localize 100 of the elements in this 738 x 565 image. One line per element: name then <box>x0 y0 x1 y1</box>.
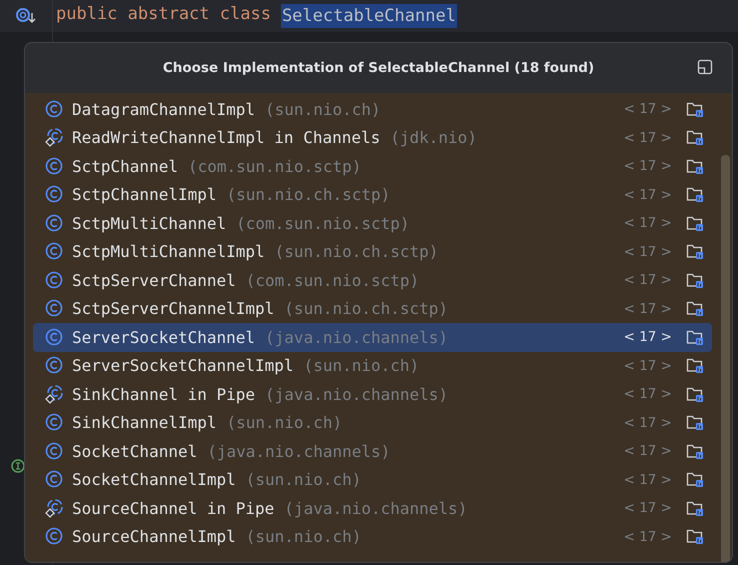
package-name: (sun.nio.ch.sctp) <box>274 242 438 262</box>
class-name: SctpChannelImpl <box>72 185 216 204</box>
version-label: < 17 > <box>624 186 672 203</box>
implementation-item[interactable]: SctpMultiChannel (com.sun.nio.sctp) < 17 > <box>33 209 712 238</box>
package-name: (java.nio.channels) <box>265 328 448 347</box>
dock-icon[interactable] <box>697 59 713 75</box>
code-keyword: public abstract class <box>56 4 271 26</box>
library-folder-icon <box>686 186 704 204</box>
version-label: < 17 > <box>624 443 672 460</box>
version-label: < 17 > <box>624 300 672 317</box>
class-name: SinkChannel in Pipe <box>72 384 256 404</box>
package-name: (com.sun.nio.sctp) <box>246 270 420 290</box>
implementation-item[interactable]: SourceChannel in Pipe (java.nio.channels) < 17 > <box>33 494 712 522</box>
version-label: < 17 > <box>624 358 672 374</box>
class-icon <box>45 100 64 119</box>
package-name: (com.sun.nio.sctp) <box>236 214 410 233</box>
implementation-item[interactable]: SctpChannelImpl (sun.nio.ch.sctp) < 17 > <box>33 180 712 209</box>
library-folder-icon <box>686 471 704 488</box>
implementation-item[interactable]: SocketChannel (java.nio.channels) < 17 > <box>33 437 712 466</box>
class-name: SinkChannelImpl <box>72 413 216 432</box>
version-label: < 17 > <box>624 215 672 232</box>
package-name: (sun.nio.ch.sctp) <box>226 185 390 204</box>
implementation-item[interactable]: ServerSocketChannelImpl (sun.nio.ch) < 17 > <box>33 352 712 380</box>
version-label: < 17 > <box>624 414 672 431</box>
library-folder-icon <box>686 500 704 517</box>
package-name: (sun.nio.ch.sctp) <box>284 299 448 318</box>
implementation-item[interactable]: DatagramChannelImpl (sun.nio.ch) < 17 > <box>33 95 712 124</box>
popup-title: Choose Implementation of SelectableChannel (18 found) <box>162 60 594 76</box>
class-name: SctpMultiChannel <box>72 214 226 233</box>
class-name: SourceChannel in Pipe <box>72 498 274 518</box>
library-folder-icon <box>686 300 704 318</box>
library-folder-icon <box>686 357 704 374</box>
class-name: SocketChannel <box>72 442 198 461</box>
class-icon <box>45 442 64 461</box>
version-label: < 17 > <box>624 130 672 146</box>
class-icon <box>45 413 64 432</box>
package-name: (sun.nio.ch) <box>265 100 381 119</box>
library-folder-icon <box>686 528 704 546</box>
package-name: (java.nio.channels) <box>207 442 390 461</box>
implementation-item[interactable]: SinkChannelImpl (sun.nio.ch) < 17 > <box>33 408 712 437</box>
version-label: < 17 > <box>624 500 672 516</box>
class-icon <box>45 527 64 546</box>
class-name: SctpChannel <box>72 156 178 176</box>
version-label: < 17 > <box>624 158 672 174</box>
class-icon <box>45 185 64 204</box>
version-label: < 17 > <box>624 329 672 346</box>
package-name: (java.nio.channels) <box>265 384 448 404</box>
implemented-marker-icon[interactable] <box>15 7 37 25</box>
implementation-item[interactable]: ReadWriteChannelImpl in Channels (jdk.nio) < 17 > <box>33 124 712 152</box>
library-folder-icon <box>686 442 704 460</box>
library-folder-icon <box>686 328 704 346</box>
class-icon <box>45 214 64 233</box>
class-name: ReadWriteChannelImpl in Channels <box>72 128 380 148</box>
package-name: (sun.nio.ch) <box>304 356 420 376</box>
implementation-item[interactable]: SctpMultiChannelImpl (sun.nio.ch.sctp) < 17 > <box>33 238 712 266</box>
package-name: (sun.nio.ch) <box>246 527 362 546</box>
version-label: < 17 > <box>624 101 672 118</box>
implementation-item[interactable]: SocketChannelImpl (sun.nio.ch) < 17 > <box>33 466 712 494</box>
class-name: SctpServerChannel <box>72 270 236 290</box>
class-icon <box>45 270 64 290</box>
library-folder-icon <box>686 386 704 403</box>
nested-class-icon <box>45 384 64 404</box>
library-folder-icon <box>686 129 704 146</box>
class-icon <box>45 299 64 318</box>
package-name: (com.sun.nio.sctp) <box>188 156 362 176</box>
class-name: DatagramChannelImpl <box>72 100 256 119</box>
package-name: (sun.nio.ch) <box>246 470 362 490</box>
class-name: SctpServerChannelImpl <box>72 299 274 318</box>
implementation-item[interactable]: SourceChannelImpl (sun.nio.ch) < 17 > <box>33 522 712 551</box>
class-icon <box>45 242 64 262</box>
library-folder-icon <box>686 100 704 118</box>
implementation-item[interactable]: ServerSocketChannel (java.nio.channels) < 17 > <box>33 323 712 352</box>
class-name: SctpMultiChannelImpl <box>72 242 265 262</box>
version-label: < 17 > <box>624 472 672 488</box>
package-name: (sun.nio.ch) <box>226 413 342 432</box>
implementation-item[interactable]: SctpServerChannelImpl (sun.nio.ch.sctp) < 17 > <box>33 294 712 323</box>
class-name: SocketChannelImpl <box>72 470 236 490</box>
library-folder-icon <box>686 272 704 289</box>
class-icon <box>45 470 64 490</box>
nested-class-icon <box>45 498 64 518</box>
implementation-item[interactable]: SctpServerChannel (com.sun.nio.sctp) < 17 > <box>33 266 712 294</box>
implementation-item[interactable]: SinkChannel in Pipe (java.nio.channels) < 17 > <box>33 380 712 408</box>
class-icon <box>45 356 64 376</box>
library-folder-icon <box>686 214 704 232</box>
package-name: (java.nio.channels) <box>284 498 468 518</box>
class-name: ServerSocketChannel <box>72 328 256 347</box>
implementation-item[interactable]: SctpChannel (com.sun.nio.sctp) < 17 > <box>33 152 712 180</box>
class-name: ServerSocketChannelImpl <box>72 356 294 376</box>
version-label: < 17 > <box>624 386 672 402</box>
version-label: < 17 > <box>624 272 672 288</box>
library-folder-icon <box>686 414 704 432</box>
library-folder-icon <box>686 243 704 260</box>
class-icon <box>45 328 64 347</box>
package-name: (jdk.nio) <box>390 128 477 148</box>
class-name: SourceChannelImpl <box>72 527 236 546</box>
scrollbar-thumb[interactable] <box>721 155 730 562</box>
nested-class-icon <box>45 128 64 148</box>
version-label: < 17 > <box>624 244 672 260</box>
interface-marker-icon[interactable] <box>11 459 25 473</box>
version-label: < 17 > <box>624 528 672 545</box>
